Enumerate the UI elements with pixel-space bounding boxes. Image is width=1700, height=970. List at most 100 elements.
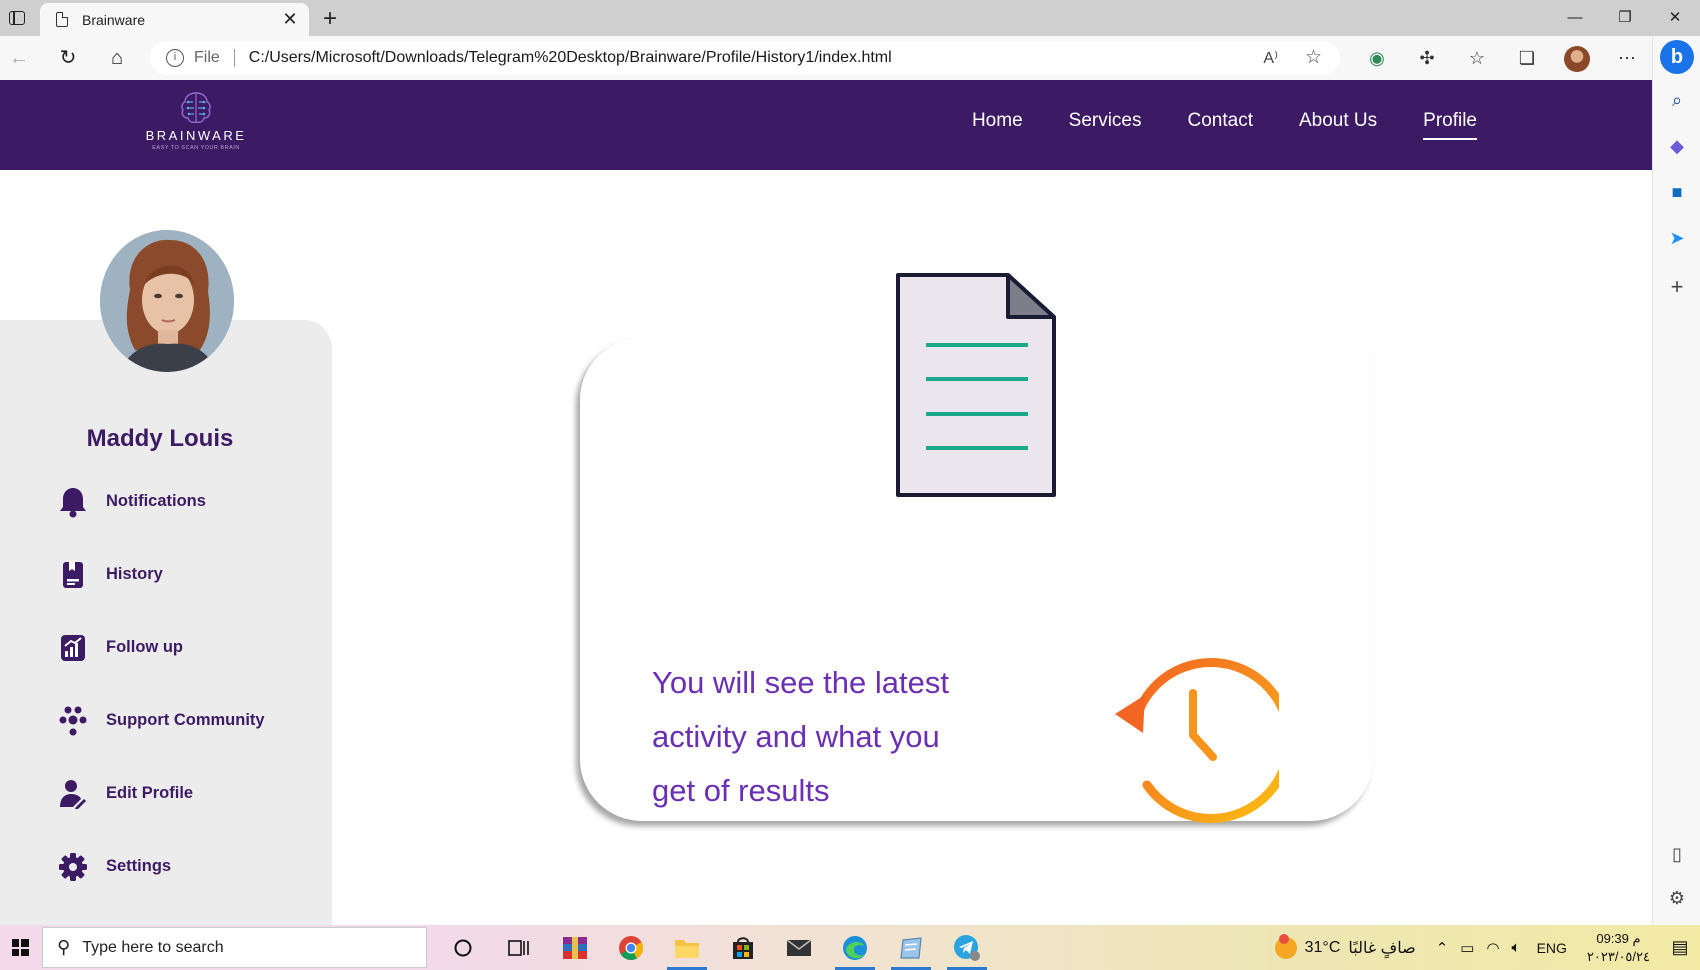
history-text-line-3: get of results [652,773,830,808]
web-page: BRAINWARE EASY TO SCAN YOUR BRAIN Home S… [0,80,1652,925]
taskbar-clock[interactable]: 09:39 م ٢٠٢٣/٠٥/٢٤ [1587,930,1650,966]
menu-label-follow-up: Follow up [106,638,183,656]
favorites-icon[interactable]: ☆ [1452,42,1502,74]
menu-label-history: History [106,565,163,583]
address-bar[interactable]: i File C:/Users/Microsoft/Downloads/Tele… [150,41,1340,75]
edge-icon [843,935,867,960]
nav-contact[interactable]: Contact [1188,110,1253,140]
taskbar-apps [435,925,995,970]
profile-button[interactable] [1552,42,1602,74]
system-tray: 31°C صافٍ غالبًا ⌃ ▭ ◠ 🔈︎ ENG 09:39 م ٢٠… [1274,925,1700,970]
browser-toolbar-icons: ◉ ✣ ☆ ❏ ⋯ [1352,42,1652,74]
menu-label-settings: Settings [106,857,172,875]
chart-icon [58,633,88,663]
folder-icon [675,939,699,958]
telegram-icon[interactable]: ➤ [1653,228,1700,249]
back-button[interactable]: ← [4,44,34,72]
menu-label-support-community: Support Community [106,711,265,729]
minimize-button[interactable]: — [1550,0,1600,36]
chrome-icon [619,935,644,960]
volume-icon[interactable]: 🔈︎ [1512,939,1521,956]
site-info-icon[interactable]: i [166,49,184,67]
main-menu: Home Services Contact About Us Profile [972,80,1477,170]
logo-tagline: EASY TO SCAN YOUR BRAIN [152,145,240,151]
user-edit-icon [58,779,88,809]
outlook-icon[interactable]: ■ [1653,182,1700,203]
history-text-line-1: You will see the latest [652,665,949,700]
sidebar-settings-icon[interactable]: ⚙ [1653,888,1700,909]
winrar-app[interactable] [547,925,603,970]
telegram-icon [954,934,980,961]
battery-icon[interactable]: ▭ [1460,939,1474,957]
menu-item-history[interactable]: History [58,538,328,611]
nav-profile[interactable]: Profile [1423,110,1477,140]
bing-chat-icon[interactable]: b [1660,40,1694,74]
tab-close-icon[interactable]: ✕ [281,9,299,30]
clock-date: ٢٠٢٣/٠٥/٢٤ [1586,948,1650,964]
microsoft-store-app[interactable] [715,925,771,970]
gear-icon [58,852,88,882]
input-language[interactable]: ENG [1537,940,1567,956]
extension-globe-icon[interactable]: ◉ [1352,42,1402,74]
url-separator [233,49,235,67]
document-icon [896,273,1056,503]
maximize-button[interactable]: ❐ [1600,0,1650,36]
weather-widget[interactable]: 31°C صافٍ غالبًا [1274,933,1416,959]
close-window-button[interactable]: ✕ [1650,0,1700,36]
wifi-icon[interactable]: ◠ [1486,939,1499,957]
hide-sidebar-icon[interactable]: ▯ [1653,844,1700,865]
notifications-icon[interactable]: ▤ [1660,937,1700,958]
task-view-button[interactable] [491,925,547,970]
history-clock-icon [1107,653,1294,830]
start-button[interactable] [0,925,40,970]
window-controls: — ❐ ✕ [1550,0,1700,36]
avatar-portrait [100,230,234,372]
read-aloud-icon[interactable]: A⁾ [1263,48,1278,68]
browser-tab[interactable]: Brainware ✕ [40,3,309,36]
taskbar-search-box[interactable]: ⚲ Type here to search [42,927,427,968]
notes-app[interactable] [883,925,939,970]
edge-sidebar: b ⌕ ◆ ■ ➤ + ▯ ⚙ [1652,36,1700,925]
menu-item-support-community[interactable]: Support Community [58,684,328,757]
mail-app[interactable] [771,925,827,970]
history-text-line-2: activity and what you [652,719,940,754]
brainware-logo[interactable]: BRAINWARE EASY TO SCAN YOUR BRAIN [143,90,249,151]
logo-name: BRAINWARE [145,128,247,143]
file-explorer-app[interactable] [659,925,715,970]
history-book-icon [58,560,88,590]
site-navbar: BRAINWARE EASY TO SCAN YOUR BRAIN Home S… [0,80,1652,170]
menu-item-notifications[interactable]: Notifications [58,465,328,538]
tab-actions-button[interactable] [0,0,34,36]
telegram-app[interactable] [939,925,995,970]
nav-services[interactable]: Services [1069,110,1142,140]
menu-item-settings[interactable]: Settings [58,830,328,903]
more-menu-icon[interactable]: ⋯ [1602,42,1652,74]
history-description: You will see the latest activity and wha… [652,656,1022,818]
new-tab-button[interactable]: + [316,5,344,33]
add-sidebar-app-icon[interactable]: + [1653,274,1700,300]
reload-button[interactable]: ↻ [53,44,83,72]
nav-about-us[interactable]: About Us [1299,110,1377,140]
tools-icon[interactable]: ◆ [1653,136,1700,157]
weather-temperature: 31°C [1304,938,1341,956]
menu-item-follow-up[interactable]: Follow up [58,611,328,684]
add-favorite-icon[interactable]: ☆ [1305,46,1322,69]
profile-user-name: Maddy Louis [86,425,234,452]
home-button[interactable]: ⌂ [102,44,132,72]
menu-item-edit-profile[interactable]: Edit Profile [58,757,328,830]
cortana-button[interactable] [435,925,491,970]
url-scheme-label: File [194,49,220,66]
url-text[interactable]: C:/Users/Microsoft/Downloads/Telegram%20… [249,49,892,67]
winrar-icon [563,936,587,959]
browser-tab-bar: Brainware ✕ + — ❐ ✕ [0,0,1700,36]
edge-app[interactable] [827,925,883,970]
nav-home[interactable]: Home [972,110,1023,140]
show-hidden-icons-chevron-icon[interactable]: ⌃ [1436,939,1449,957]
cortana-icon [454,939,472,956]
chrome-app[interactable] [603,925,659,970]
extensions-icon[interactable]: ✣ [1402,42,1452,74]
profile-menu: Notifications History Follow up Support … [58,465,328,903]
search-icon[interactable]: ⌕ [1653,90,1700,111]
task-view-icon [508,939,529,956]
collections-icon[interactable]: ❏ [1502,42,1552,74]
